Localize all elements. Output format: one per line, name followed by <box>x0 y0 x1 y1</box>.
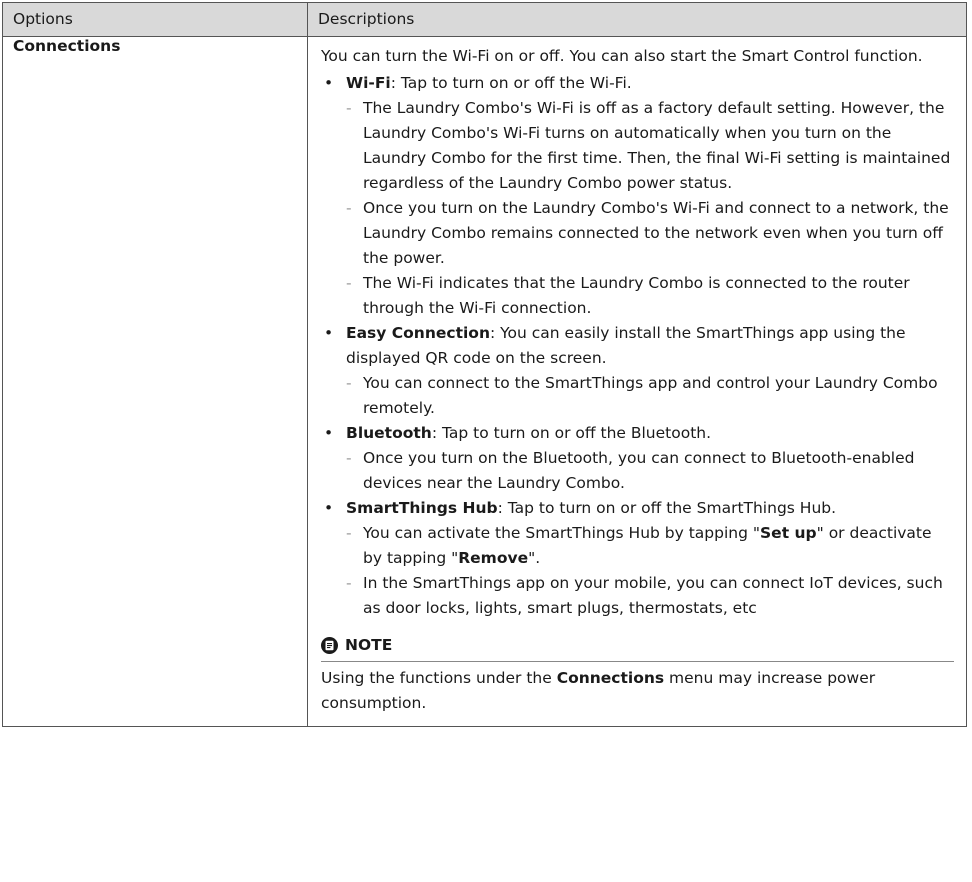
text-bluetooth: : Tap to turn on or off the Bluetooth. <box>431 424 712 442</box>
sub-item: You can activate the SmartThings Hub by … <box>346 521 954 571</box>
hub-pre: You can activate the SmartThings Hub by … <box>363 524 761 542</box>
note-heading: NOTE <box>321 633 954 662</box>
sub-item: Once you turn on the Laundry Combo's Wi-… <box>346 196 954 271</box>
sub-list: You can activate the SmartThings Hub by … <box>346 521 954 621</box>
option-name: Connections <box>2 36 308 727</box>
set-up-label: Set up <box>760 524 817 542</box>
note-bold: Connections <box>556 669 665 687</box>
term-wifi: Wi-Fi <box>346 74 391 92</box>
bullet-list: Wi-Fi: Tap to turn on or off the Wi-Fi. … <box>321 71 954 621</box>
sub-list: Once you turn on the Bluetooth, you can … <box>346 446 954 496</box>
list-item-smartthings-hub: SmartThings Hub: Tap to turn on or off t… <box>321 496 954 621</box>
sub-item: In the SmartThings app on your mobile, y… <box>346 571 954 621</box>
sub-item: You can connect to the SmartThings app a… <box>346 371 954 421</box>
remove-label: Remove <box>458 549 529 567</box>
table-header-row: Options Descriptions <box>2 2 967 37</box>
term-smartthings-hub: SmartThings Hub <box>346 499 498 517</box>
header-descriptions: Descriptions <box>307 2 967 37</box>
header-options: Options <box>2 2 308 37</box>
sub-list: You can connect to the SmartThings app a… <box>346 371 954 421</box>
note-text: Using the functions under the Connection… <box>321 666 954 716</box>
sub-item: Once you turn on the Bluetooth, you can … <box>346 446 954 496</box>
table-row: Connections You can turn the Wi-Fi on or… <box>2 36 967 727</box>
term-bluetooth: Bluetooth <box>346 424 432 442</box>
term-easy-connection: Easy Connection <box>346 324 490 342</box>
note-title: NOTE <box>345 636 393 654</box>
hub-post: ". <box>528 549 541 567</box>
text-wifi: : Tap to turn on or off the Wi-Fi. <box>390 74 632 92</box>
sub-list: The Laundry Combo's Wi-Fi is off as a fa… <box>346 96 954 321</box>
options-table: Options Descriptions Connections You can… <box>2 2 967 727</box>
list-item-wifi: Wi-Fi: Tap to turn on or off the Wi-Fi. … <box>321 71 954 321</box>
sub-item: The Laundry Combo's Wi-Fi is off as a fa… <box>346 96 954 196</box>
sub-item: The Wi-Fi indicates that the Laundry Com… <box>346 271 954 321</box>
intro-text: You can turn the Wi-Fi on or off. You ca… <box>321 47 923 65</box>
note-pre: Using the functions under the <box>321 669 557 687</box>
list-item-bluetooth: Bluetooth: Tap to turn on or off the Blu… <box>321 421 954 496</box>
description-cell: You can turn the Wi-Fi on or off. You ca… <box>307 36 967 727</box>
note-icon <box>321 637 338 654</box>
text-smartthings-hub: : Tap to turn on or off the SmartThings … <box>497 499 837 517</box>
list-item-easy-connection: Easy Connection: You can easily install … <box>321 321 954 421</box>
